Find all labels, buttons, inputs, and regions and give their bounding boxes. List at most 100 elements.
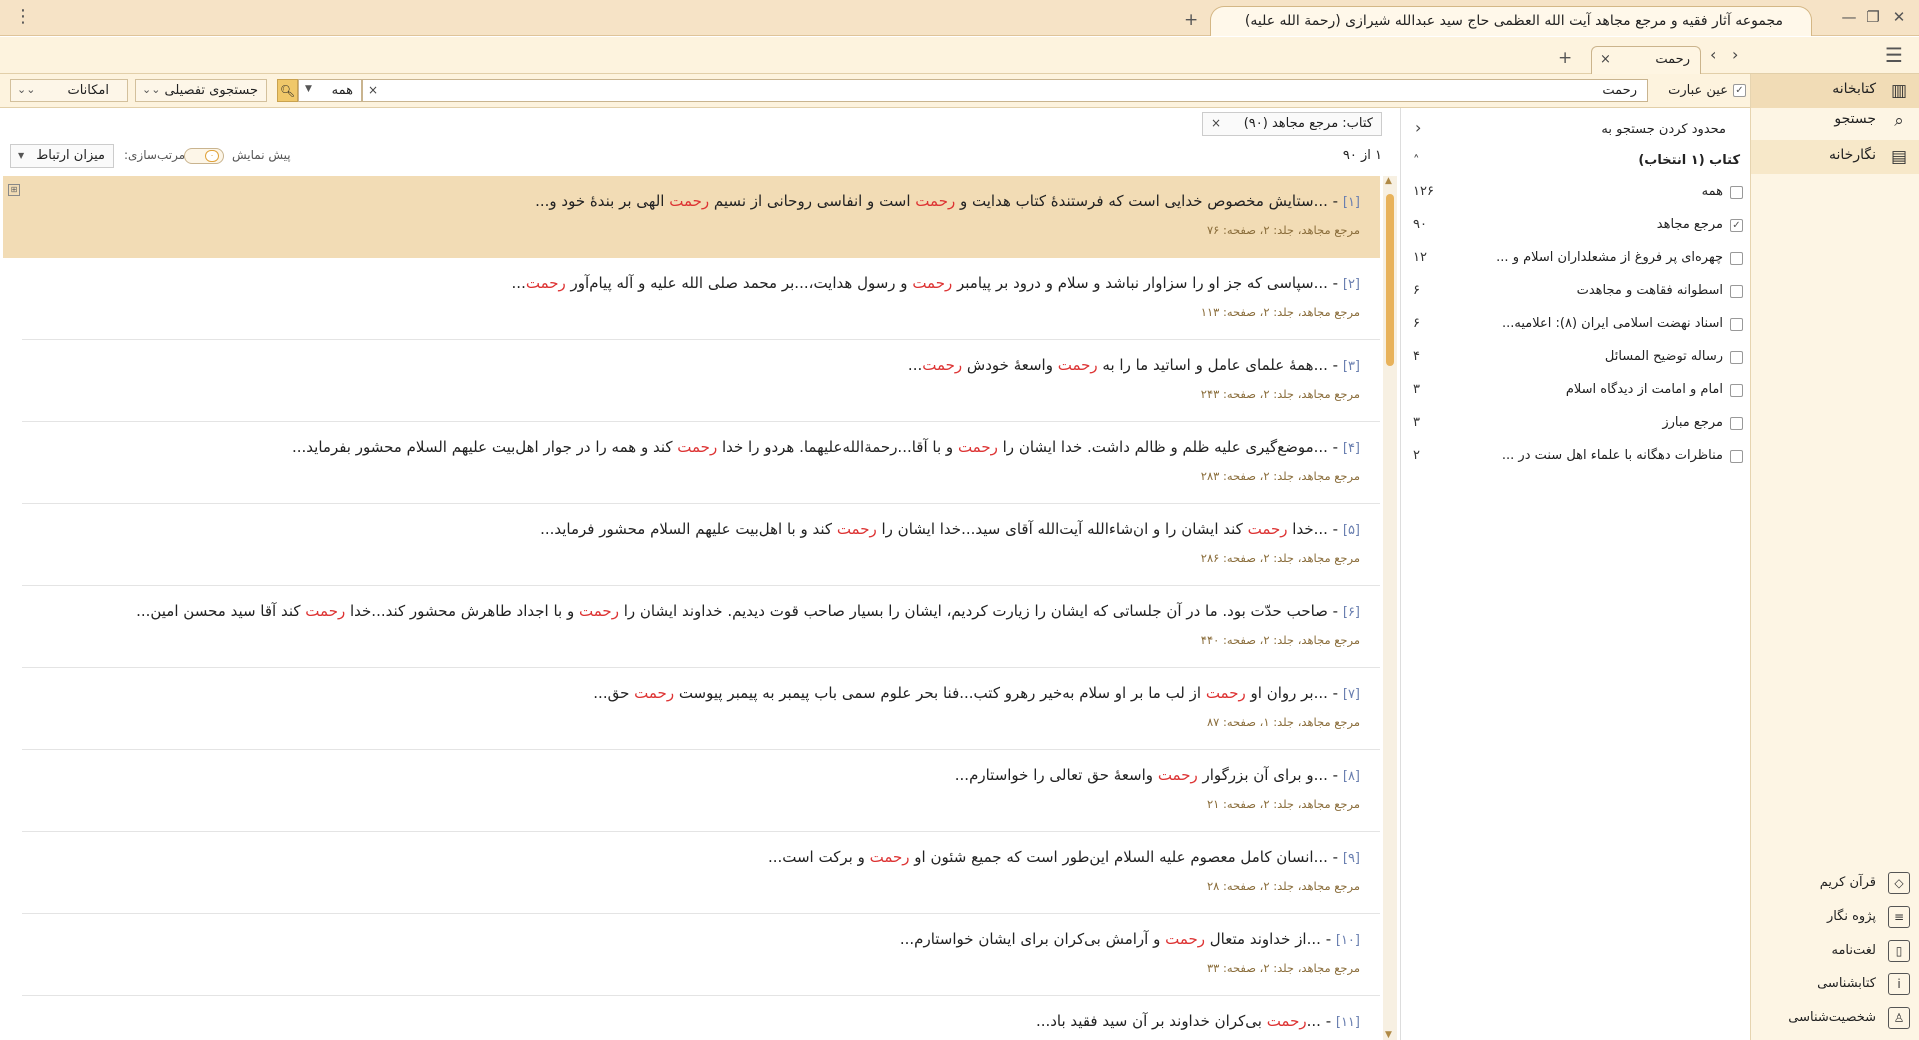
scroll-down-icon[interactable]: ▼ — [1385, 1030, 1392, 1040]
search-input[interactable] — [362, 79, 1648, 102]
filter-checkbox[interactable] — [1730, 285, 1743, 298]
tab-bar: ☰ ‹ › رحمت × + — [0, 37, 1919, 74]
snippet-text: و با اجداد طاهرش محشور کند...خدا — [345, 602, 580, 620]
minimize-button[interactable]: — — [1838, 8, 1860, 26]
collapse-panel-icon[interactable]: › — [1415, 118, 1421, 137]
filter-checkbox[interactable] — [1730, 186, 1743, 199]
tab-current[interactable]: رحمت × — [1591, 46, 1701, 74]
result-number: [۵] — [1342, 523, 1360, 538]
add-tab-button[interactable]: + — [1558, 48, 1572, 68]
sidebar-item-library[interactable]: ▥ کتابخانه — [1751, 74, 1919, 108]
exact-phrase-check-icon: ✓ — [1733, 84, 1746, 97]
result-item[interactable]: [۱۱] - ...رحمت بی‌کران خداوند بر آن سید … — [22, 996, 1380, 1040]
sidebar-item-search[interactable]: ⌕ جستجو — [1751, 104, 1919, 138]
options-button[interactable]: امکانات ⌄⌄ — [10, 79, 128, 102]
search-button[interactable]: 🔍︎ — [277, 79, 298, 102]
sidebar-item-notes[interactable]: ≡ پژوه نگار — [1751, 904, 1919, 932]
sidebar-item-gallery[interactable]: ▤ نگارخانه — [1751, 140, 1919, 174]
filter-row[interactable]: اسناد نهضت اسلامی ایران (۸): اعلامیه... ۶ — [1401, 312, 1751, 339]
snippet-text: کند آقا سید محسن امین... — [136, 602, 306, 620]
filter-checkbox[interactable] — [1730, 417, 1743, 430]
hamburger-menu-icon[interactable]: ☰ — [1885, 43, 1903, 67]
filter-row[interactable]: چهره‌ای پر فروغ از مشعلداران اسلام و ...… — [1401, 246, 1751, 273]
filter-checkbox[interactable] — [1730, 384, 1743, 397]
filter-row[interactable]: رساله توضیح المسائل ۴ — [1401, 345, 1751, 372]
result-item[interactable]: [۱] - ...ستایش مخصوص خدایی است که فرستند… — [3, 176, 1380, 258]
filter-label: مرجع مجاهد — [1656, 217, 1723, 232]
preview-toggle[interactable]: ۰ — [184, 148, 224, 164]
sidebar-item-label: لغت‌نامه — [1831, 943, 1876, 958]
tab-forward-button[interactable]: › — [1732, 45, 1738, 64]
snippet-text: و رسول هدایت،...بر محمد صلی الله علیه و … — [565, 274, 913, 292]
result-item[interactable]: [۹] - ...انسان کامل معصوم علیه السلام ای… — [22, 832, 1380, 914]
result-reference[interactable]: مرجع مجاهد، جلد: ۲، صفحه: ۴۴۰ — [1201, 633, 1360, 647]
expand-icon[interactable]: ⊞ — [8, 184, 20, 196]
notes-icon: ≡ — [1888, 906, 1910, 928]
result-item[interactable]: [۵] - ...خدا رحمت کند ایشان را و ان‌شاءا… — [22, 504, 1380, 586]
filter-row[interactable]: همه ۱۲۶ — [1401, 180, 1751, 207]
result-reference[interactable]: مرجع مجاهد، جلد: ۲، صفحه: ۲۸۳ — [1201, 469, 1360, 483]
result-reference[interactable]: مرجع مجاهد، جلد: ۲، صفحه: ۲۴۳ — [1201, 387, 1360, 401]
restore-button[interactable]: ❐ — [1862, 8, 1884, 26]
tab-back-button[interactable]: ‹ — [1710, 45, 1716, 64]
highlight-term: رحمت — [836, 520, 877, 538]
active-filter-chip: کتاب: مرجع مجاهد (۹۰) × — [1202, 112, 1382, 136]
filter-label: اسناد نهضت اسلامی ایران (۸): اعلامیه... — [1501, 316, 1723, 331]
result-reference[interactable]: مرجع مجاهد، جلد: ۲، صفحه: ۷۶ — [1207, 223, 1360, 237]
sidebar-item-persons[interactable]: ♙ شخصیت‌شناسی — [1751, 1005, 1919, 1033]
results-list: ⊞ [۱] - ...ستایش مخصوص خدایی است که فرست… — [0, 176, 1383, 1040]
filter-row[interactable]: امام و امامت از دیدگاه اسلام ۳ — [1401, 378, 1751, 405]
filter-checkbox[interactable] — [1730, 351, 1743, 364]
sidebar-item-quran[interactable]: ◇ قرآن کریم — [1751, 870, 1919, 898]
result-item[interactable]: [۶] - صاحب حدّت بود. ما در آن جلساتی که … — [22, 586, 1380, 668]
scroll-up-icon[interactable]: ▲ — [1385, 176, 1392, 186]
filter-label: همه — [1701, 184, 1723, 199]
result-item[interactable]: [۴] - ...موضع‌گیری علیه ظلم و ظالم داشت.… — [22, 422, 1380, 504]
close-window-button[interactable]: ✕ — [1888, 8, 1910, 26]
snippet-text: ...و برای آن بزرگوار — [1197, 766, 1328, 784]
result-item[interactable]: [۸] - ...و برای آن بزرگوار رحمت واسعهٔ ح… — [22, 750, 1380, 832]
clear-search-icon[interactable]: × — [368, 83, 378, 97]
advanced-search-button[interactable]: جستجوی تفصیلی ⌄⌄ — [135, 79, 267, 102]
scroll-thumb[interactable] — [1386, 194, 1394, 366]
result-item[interactable]: [۲] - ...سپاسی که جز او را سزاوار نباشد … — [22, 258, 1380, 340]
more-menu-icon[interactable]: ⋮ — [14, 6, 32, 27]
new-window-tab-button[interactable]: + — [1184, 10, 1198, 30]
highlight-term: رحمت — [1247, 520, 1288, 538]
result-reference[interactable]: مرجع مجاهد، جلد: ۲، صفحه: ۲۸۶ — [1201, 551, 1360, 565]
filter-checkbox[interactable] — [1730, 450, 1743, 463]
sidebar-item-bibliography[interactable]: i کتابشناسی — [1751, 971, 1919, 999]
highlight-term: رحمت — [634, 684, 675, 702]
filter-checkbox[interactable]: ✓ — [1730, 219, 1743, 232]
result-snippet: [۱۰] - ...از خداوند متعال رحمت و آرامش ب… — [899, 930, 1360, 948]
remove-filter-icon[interactable]: × — [1211, 116, 1221, 130]
tab-close-icon[interactable]: × — [1600, 52, 1611, 67]
highlight-term: رحمت — [1266, 1012, 1307, 1030]
filter-checkbox[interactable] — [1730, 318, 1743, 331]
result-reference[interactable]: مرجع مجاهد، جلد: ۲، صفحه: ۱۱۳ — [1201, 305, 1360, 319]
highlight-term: رحمت — [957, 438, 998, 456]
result-reference[interactable]: مرجع مجاهد، جلد: ۲، صفحه: ۲۸ — [1207, 879, 1360, 893]
filter-row[interactable]: اسطوانه فقاهت و مجاهدت ۶ — [1401, 279, 1751, 306]
sidebar-item-dictionary[interactable]: ▯ لغت‌نامه — [1751, 938, 1919, 966]
result-item[interactable]: [۱۰] - ...از خداوند متعال رحمت و آرامش ب… — [22, 914, 1380, 996]
snippet-text: ...ستایش مخصوص خدایی است که فرستندهٔ کتا… — [955, 192, 1328, 210]
result-item[interactable]: [۷] - ...بر روان او رحمت از لب ما بر او … — [22, 668, 1380, 750]
result-item[interactable]: [۳] - ...همهٔ علمای عامل و اساتید ما را … — [22, 340, 1380, 422]
chevron-up-icon[interactable]: ˄ — [1413, 154, 1420, 169]
sort-select[interactable]: میزان ارتباط ▼ — [10, 144, 114, 168]
results-scrollbar[interactable]: ▲ ▼ — [1383, 176, 1397, 1040]
exact-phrase-checkbox[interactable]: ✓ عین عبارت — [1648, 83, 1746, 98]
result-reference[interactable]: مرجع مجاهد، جلد: ۱، صفحه: ۸۷ — [1207, 715, 1360, 729]
filter-row[interactable]: مناظرات دهگانه با علماء اهل سنت در ... ۲ — [1401, 444, 1751, 471]
result-reference[interactable]: مرجع مجاهد، جلد: ۲، صفحه: ۲۱ — [1207, 797, 1360, 811]
filter-label: رساله توضیح المسائل — [1604, 349, 1723, 364]
filter-checkbox[interactable] — [1730, 252, 1743, 265]
book-filter-section-title[interactable]: کتاب (۱ انتخاب) — [1638, 153, 1740, 168]
filter-count: ۶ — [1413, 316, 1420, 331]
result-reference[interactable]: مرجع مجاهد، جلد: ۲، صفحه: ۳۳ — [1207, 961, 1360, 975]
filter-row[interactable]: مرجع مبارز ۳ — [1401, 411, 1751, 438]
search-scope-select[interactable]: همه ▼ — [298, 79, 362, 102]
filter-row[interactable]: ✓ مرجع مجاهد ۹۰ — [1401, 213, 1751, 240]
highlight-term: رحمت — [305, 602, 346, 620]
